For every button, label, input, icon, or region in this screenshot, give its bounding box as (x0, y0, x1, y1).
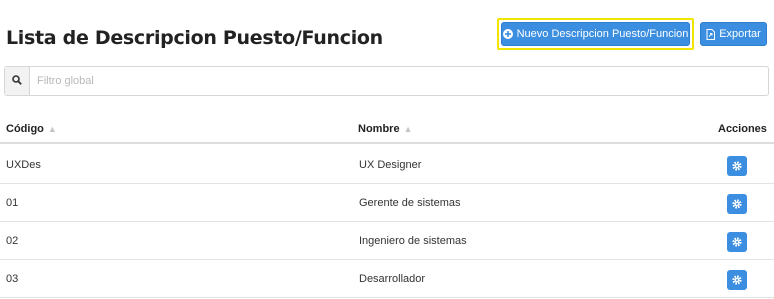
column-header-nombre-label: Nombre (358, 123, 400, 135)
new-description-label: Nuevo Descripcion Puesto/Funcion (516, 28, 689, 40)
cell-codigo: 02 (6, 235, 19, 247)
cell-nombre: Desarrollador (359, 273, 426, 285)
cell-codigo: UXDes (6, 159, 41, 171)
gear-icon (732, 275, 742, 285)
table-row: 02 Ingeniero de sistemas (0, 222, 774, 260)
column-header-acciones: Acciones (718, 123, 767, 135)
column-header-nombre[interactable]: Nombre ▲︎ (358, 123, 412, 135)
row-action-button[interactable] (727, 232, 747, 252)
column-header-codigo-label: Código (6, 123, 44, 135)
table-row: 01 Gerente de sistemas (0, 184, 774, 222)
export-button[interactable]: Exportar (700, 22, 767, 46)
cell-codigo: 01 (6, 197, 19, 209)
gear-icon (732, 161, 742, 171)
file-export-icon (706, 28, 716, 40)
sort-icon[interactable]: ▲︎ (404, 124, 413, 134)
column-header-codigo[interactable]: Código ▲︎ (6, 123, 57, 135)
cell-nombre: UX Designer (359, 159, 422, 171)
sort-icon[interactable]: ▲︎ (48, 124, 57, 134)
cell-codigo: 03 (6, 273, 19, 285)
global-filter-input[interactable] (30, 67, 768, 95)
gear-icon (732, 199, 742, 209)
table-row: UXDes UX Designer (0, 146, 774, 184)
gear-icon (732, 237, 742, 247)
export-label: Exportar (719, 28, 761, 40)
row-action-button[interactable] (727, 156, 747, 176)
table-header: Código ▲︎ Nombre ▲︎ Acciones (0, 116, 774, 144)
cell-nombre: Ingeniero de sistemas (359, 235, 467, 247)
plus-circle-icon (502, 29, 513, 39)
search-addon (5, 67, 30, 95)
new-description-button[interactable]: Nuevo Descripcion Puesto/Funcion (501, 22, 690, 46)
global-filter (4, 66, 769, 96)
cell-nombre: Gerente de sistemas (359, 197, 461, 209)
search-icon (12, 72, 22, 90)
page-title: Lista de Descripcion Puesto/Funcion (6, 27, 383, 49)
row-action-button[interactable] (727, 194, 747, 214)
table-row: 03 Desarrollador (0, 260, 774, 298)
row-action-button[interactable] (727, 270, 747, 290)
